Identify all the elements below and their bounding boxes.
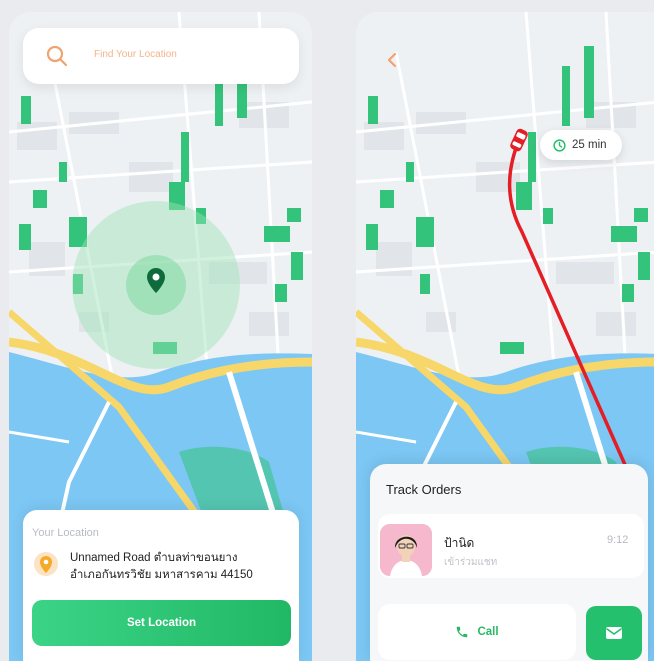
eta-text: 25 min [572, 139, 607, 151]
address-text: Unnamed Road ตำบลท่าขอนยาง อำเภอกันทรวิช… [70, 550, 253, 584]
track-orders-panel: Track Orders ป้านิด เข้าร่วมแชท 9:12 Cal… [370, 464, 648, 661]
track-orders-title: Track Orders [386, 482, 462, 497]
address-line-1: Unnamed Road ตำบลท่าขอนยาง [70, 552, 238, 564]
driver-avatar [380, 524, 432, 576]
order-time: 9:12 [607, 534, 629, 546]
mail-icon [606, 627, 622, 639]
address-line-2: อำเภอกันทรวิชัย มหาสารคาม 44150 [70, 569, 253, 581]
location-search-bar[interactable]: Find Your Location [23, 28, 299, 84]
eta-badge: 25 min [540, 130, 622, 160]
back-icon[interactable] [380, 48, 404, 72]
call-label: Call [477, 626, 499, 638]
track-order-screen: 25 min Track Orders ป้านิด เข้าร่วมแชท 9… [356, 12, 654, 661]
location-picker-screen: Find Your Location Your Location Unnamed… [9, 12, 312, 661]
phone-icon [457, 626, 468, 638]
your-location-label: Your Location [32, 527, 99, 539]
clock-icon [553, 138, 566, 152]
your-location-card: Your Location Unnamed Road ตำบลท่าขอนยาง… [23, 510, 299, 661]
search-input[interactable]: Find Your Location [94, 49, 177, 60]
driver-status: เข้าร่วมแชท [444, 557, 498, 568]
search-icon [46, 45, 68, 67]
set-location-button[interactable]: Set Location [32, 600, 291, 646]
driver-name: ป้านิด [444, 536, 475, 550]
avatar-icon [380, 524, 432, 576]
message-button[interactable] [586, 606, 642, 660]
call-button[interactable]: Call [378, 604, 576, 660]
driver-card[interactable]: ป้านิด เข้าร่วมแชท 9:12 [378, 514, 644, 578]
location-pin-icon [34, 552, 58, 576]
